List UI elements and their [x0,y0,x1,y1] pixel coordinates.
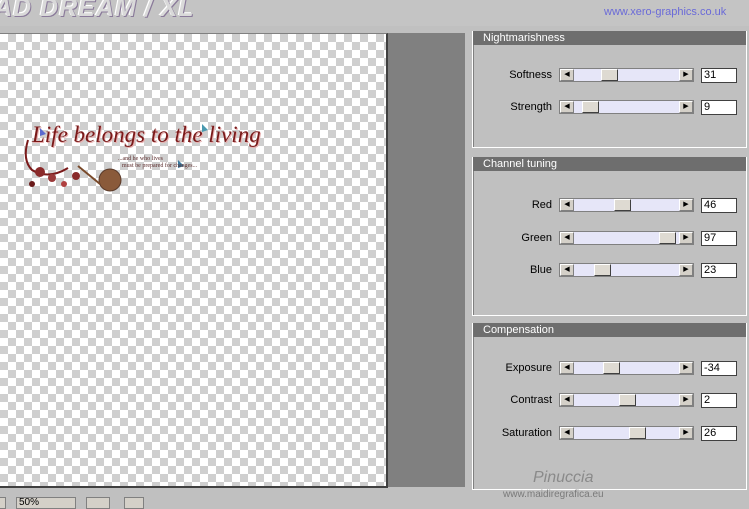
slider-contrast: Contrast ◀ ▶ 2 [473,393,746,409]
slider-value-field[interactable]: 46 [701,198,737,213]
slider-thumb[interactable] [618,394,636,406]
fit-button[interactable] [86,497,110,509]
watermark-name: Pinuccia [533,469,594,486]
arrow-right-icon[interactable]: ▶ [679,232,693,244]
arrow-left-icon[interactable]: ◀ [560,427,574,439]
slider-thumb[interactable] [629,427,647,439]
slider-track[interactable]: ◀ ▶ [559,100,694,114]
slider-label: Saturation [501,427,552,439]
slider-red: Red ◀ ▶ 46 [473,198,746,214]
slider-thumb[interactable] [581,101,599,113]
slider-track[interactable]: ◀ ▶ [559,263,694,277]
panel-title: Compensation [473,323,746,337]
preview-background [388,33,465,487]
slider-label: Green [521,232,552,244]
header-bar: AD DREAM / XL www.xero-graphics.co.uk [0,0,749,26]
arrow-left-icon[interactable]: ◀ [560,264,574,276]
arrow-left-icon[interactable]: ◀ [560,101,574,113]
slider-value-field[interactable]: 26 [701,426,737,441]
panel-channel-tuning: Channel tuning Red ◀ ▶ 46 Green ◀ ▶ 97 B… [472,157,747,316]
slider-value-field[interactable]: 9 [701,100,737,115]
slider-value-field[interactable]: 2 [701,393,737,408]
slider-track[interactable]: ◀ ▶ [559,361,694,375]
slider-label: Softness [509,69,552,81]
slider-track[interactable]: ◀ ▶ [559,68,694,82]
zoom-select[interactable]: 50% [16,497,76,509]
arrow-left-icon[interactable]: ◀ [560,362,574,374]
slider-track[interactable]: ◀ ▶ [559,393,694,407]
watermark-site: www.maidiregrafica.eu [503,489,604,500]
slider-value-field[interactable]: 97 [701,231,737,246]
arrow-right-icon[interactable]: ▶ [679,101,693,113]
website-link[interactable]: www.xero-graphics.co.uk [604,6,726,18]
panel-compensation: Compensation Exposure ◀ ▶ -34 Contrast ◀… [472,323,747,490]
artwork-main-text: Life belongs to the living [32,122,261,147]
slider-thumb[interactable] [603,362,621,374]
slider-track[interactable]: ◀ ▶ [559,231,694,245]
slider-label: Red [531,199,552,211]
slider-saturation: Saturation ◀ ▶ 26 [473,426,746,442]
slider-exposure: Exposure ◀ ▶ -34 [473,361,746,377]
slider-track[interactable]: ◀ ▶ [559,426,694,440]
slider-green: Green ◀ ▶ 97 [473,231,746,247]
slider-value-field[interactable]: -34 [701,361,737,376]
panel-title: Nightmarishness [473,31,746,45]
slider-thumb[interactable] [614,199,632,211]
fit-icon-button[interactable] [124,497,144,509]
slider-thumb[interactable] [659,232,677,244]
slider-track[interactable]: ◀ ▶ [559,198,694,212]
slider-strength: Strength ◀ ▶ 9 [473,100,746,116]
arrow-right-icon[interactable]: ▶ [679,394,693,406]
arrow-right-icon[interactable]: ▶ [679,199,693,211]
slider-label: Blue [529,264,552,276]
slider-label: Strength [510,101,552,113]
slider-thumb[interactable] [601,69,619,81]
artwork-sub-text: ...and he who lives [118,156,163,162]
plugin-title: AD DREAM / XL [0,0,195,22]
arrow-left-icon[interactable]: ◀ [560,69,574,81]
arrow-left-icon[interactable]: ◀ [560,199,574,211]
panel-title: Channel tuning [473,157,746,171]
panel-nightmarishness: Nightmarishness Softness ◀ ▶ 31 Strength… [472,31,747,148]
slider-thumb[interactable] [594,264,612,276]
slider-label: Exposure [505,362,552,374]
slider-label: Contrast [510,394,552,406]
arrow-right-icon[interactable]: ▶ [679,69,693,81]
bottom-toolbar: 50% [0,494,470,509]
arrow-left-icon[interactable]: ◀ [560,232,574,244]
arrow-right-icon[interactable]: ▶ [679,264,693,276]
arrow-right-icon[interactable]: ▶ [679,427,693,439]
scroll-button[interactable] [0,497,6,509]
arrow-right-icon[interactable]: ▶ [679,362,693,374]
arrow-left-icon[interactable]: ◀ [560,394,574,406]
slider-value-field[interactable]: 31 [701,68,737,83]
preview-artwork: Life belongs to the living ...and he who… [18,120,261,210]
preview-canvas[interactable]: Life belongs to the living ...and he who… [0,33,388,488]
slider-softness: Softness ◀ ▶ 31 [473,68,746,84]
slider-blue: Blue ◀ ▶ 23 [473,263,746,279]
artwork-sub-text: must be prepared for changes... [122,163,198,169]
slider-value-field[interactable]: 23 [701,263,737,278]
